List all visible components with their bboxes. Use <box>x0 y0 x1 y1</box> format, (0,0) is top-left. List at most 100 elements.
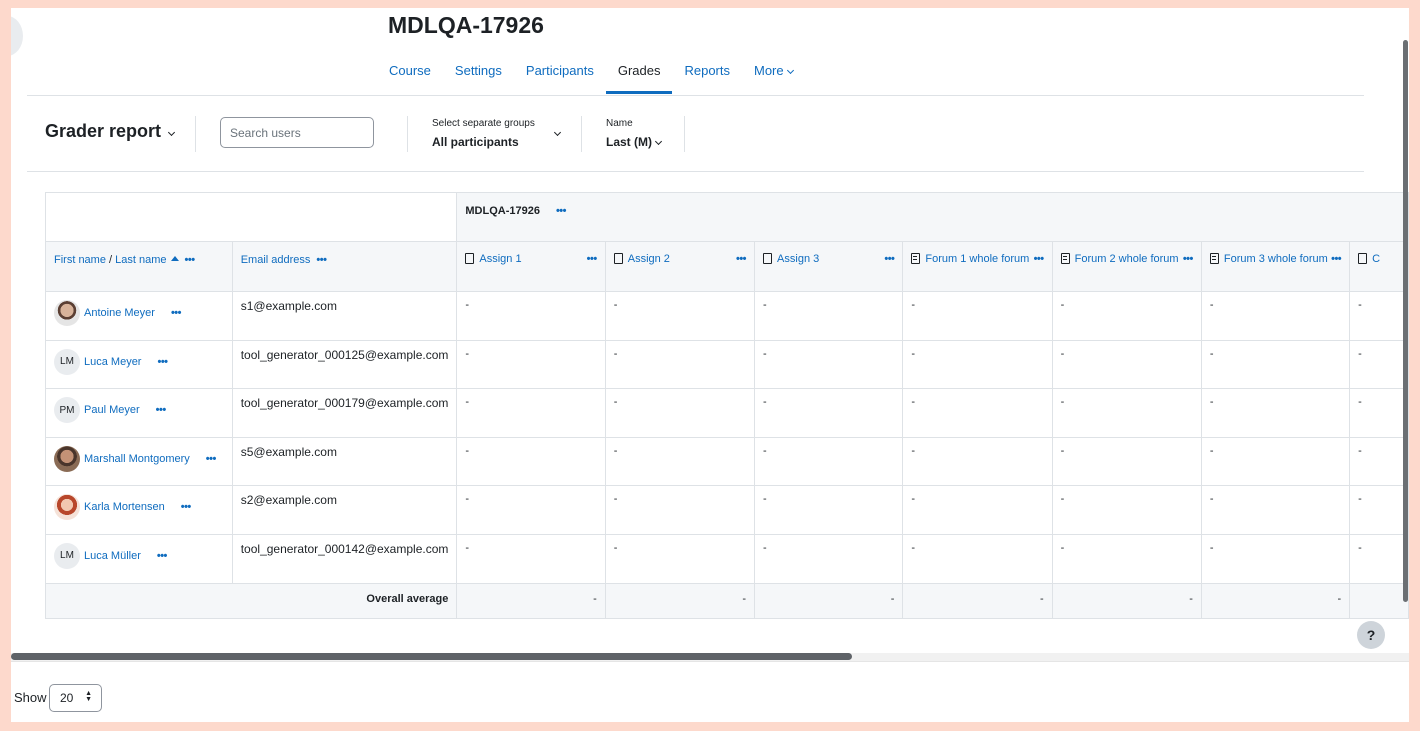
grade-item-link[interactable]: Forum 1 whole forum <box>925 251 1029 267</box>
sort-first-name-link[interactable]: First name <box>54 254 106 266</box>
grade-cell[interactable]: - <box>754 533 904 584</box>
user-name-link[interactable]: Karla Mortensen <box>84 501 165 513</box>
column-header-row: First name / Last name ••• Email address ••… <box>45 241 1409 292</box>
grade-item-link[interactable]: Forum 2 whole forum <box>1075 251 1179 267</box>
tab-participants[interactable]: Participants <box>526 63 594 94</box>
grade-cell[interactable]: - <box>1349 291 1409 341</box>
grade-cell[interactable]: - <box>604 291 756 341</box>
grade-cell[interactable]: - <box>1349 436 1409 487</box>
grade-cell[interactable]: - <box>902 485 1053 535</box>
grade-item-link[interactable]: Assign 1 <box>479 251 521 267</box>
grade-cell[interactable]: - <box>604 533 756 584</box>
help-button[interactable]: ? <box>1357 621 1385 649</box>
user-name-link[interactable]: Paul Meyer <box>84 404 140 416</box>
page-frame: MDLQA-17926 Course Settings Participants Gr… <box>11 8 1409 722</box>
item-actions-icon[interactable]: ••• <box>1034 253 1045 265</box>
grade-cell[interactable]: - <box>604 485 756 535</box>
tab-label: Participants <box>525 63 594 78</box>
grade-cell[interactable]: - <box>902 436 1053 487</box>
user-actions-icon[interactable]: ••• <box>157 356 168 368</box>
grade-cell[interactable]: - <box>1349 533 1409 584</box>
grade-cell[interactable]: - <box>456 533 606 584</box>
item-actions-icon[interactable]: ••• <box>1331 253 1342 265</box>
user-name-link[interactable]: Marshall Montgomery <box>84 453 190 465</box>
item-actions-icon[interactable]: ••• <box>587 253 598 265</box>
category-actions-icon[interactable]: ••• <box>556 205 567 217</box>
column-actions-icon[interactable]: ••• <box>185 254 196 266</box>
divider <box>581 116 582 152</box>
grade-cell[interactable]: - <box>754 291 904 341</box>
user-actions-icon[interactable]: ••• <box>156 404 167 416</box>
grade-cell[interactable]: - <box>1200 388 1351 438</box>
user-name-link[interactable]: Antoine Meyer <box>84 307 155 319</box>
user-avatar[interactable] <box>11 16 23 56</box>
grade-cell[interactable]: - <box>1051 485 1202 535</box>
sort-email-link[interactable]: Email address <box>241 254 311 266</box>
avatar[interactable] <box>54 300 80 326</box>
grade-cell[interactable]: - <box>456 291 606 341</box>
grade-cell[interactable]: - <box>1349 339 1409 390</box>
grade-cell[interactable]: - <box>754 339 904 390</box>
tab-grades[interactable]: Grades <box>605 63 673 94</box>
user-actions-icon[interactable]: ••• <box>181 501 192 513</box>
grade-cell[interactable]: - <box>1200 485 1351 535</box>
tab-settings[interactable]: Settings <box>455 63 502 94</box>
grade-cell[interactable]: - <box>456 339 606 390</box>
user-actions-icon[interactable]: ••• <box>157 550 168 562</box>
avatar[interactable]: LM <box>54 348 80 375</box>
tab-more[interactable]: More <box>754 63 794 94</box>
grade-cell[interactable]: - <box>902 388 1053 438</box>
avatar[interactable] <box>54 445 80 472</box>
grade-cell[interactable]: - <box>754 388 904 438</box>
grade-cell[interactable]: - <box>604 436 756 487</box>
grade-cell[interactable]: - <box>1051 436 1202 487</box>
user-actions-icon[interactable]: ••• <box>206 453 217 465</box>
grade-item-link[interactable]: Assign 2 <box>628 251 670 267</box>
grade-cell[interactable]: - <box>456 388 606 438</box>
email-cell: tool_generator_000179@example.com <box>231 388 458 438</box>
item-actions-icon[interactable]: ••• <box>884 253 895 265</box>
grade-cell[interactable]: - <box>1051 291 1202 341</box>
user-name-link[interactable]: Luca Müller <box>84 550 141 562</box>
report-selector[interactable]: Grader report <box>45 121 176 142</box>
sort-last-name-link[interactable]: Last name <box>115 254 166 266</box>
grade-cell[interactable]: - <box>604 388 756 438</box>
grade-cell[interactable]: - <box>456 436 606 487</box>
grade-cell[interactable]: - <box>1349 485 1409 535</box>
grade-cell[interactable]: - <box>1349 388 1409 438</box>
tab-course[interactable]: Course <box>389 63 431 94</box>
grade-cell[interactable]: - <box>604 339 756 390</box>
grade-cell[interactable]: - <box>754 436 904 487</box>
grade-cell[interactable]: - <box>1200 339 1351 390</box>
grade-cell[interactable]: - <box>1051 533 1202 584</box>
avatar[interactable]: PM <box>54 397 80 424</box>
horizontal-scrollbar-thumb[interactable] <box>11 653 852 660</box>
per-page-select[interactable]: 20 ▲ ▼ <box>49 684 102 712</box>
grade-cell[interactable]: - <box>902 339 1053 390</box>
user-actions-icon[interactable]: ••• <box>171 307 182 319</box>
item-actions-icon[interactable]: ••• <box>1183 253 1194 265</box>
user-name-link[interactable]: Luca Meyer <box>84 356 141 368</box>
groups-selector[interactable]: Select separate groups All participants <box>432 118 535 151</box>
name-initials-selector[interactable]: Name Last (M) <box>606 118 663 151</box>
grade-cell[interactable]: - <box>1200 291 1351 341</box>
vertical-scrollbar-thumb[interactable] <box>1403 40 1408 602</box>
grade-cell[interactable]: - <box>754 485 904 535</box>
grade-cell[interactable]: - <box>1051 388 1202 438</box>
grade-item-link[interactable]: Forum 3 whole forum <box>1224 251 1328 267</box>
grade-cell[interactable]: - <box>902 533 1053 584</box>
item-actions-icon[interactable]: ••• <box>736 253 747 265</box>
avatar[interactable] <box>54 494 80 521</box>
grade-cell[interactable]: - <box>456 485 606 535</box>
grade-cell[interactable]: - <box>902 291 1053 341</box>
grade-item-link[interactable]: Assign 3 <box>777 251 819 267</box>
grade-cell[interactable]: - <box>1051 339 1202 390</box>
avatar[interactable]: LM <box>54 542 80 569</box>
grade-cell[interactable]: - <box>1200 533 1351 584</box>
tab-reports[interactable]: Reports <box>684 63 730 94</box>
show-label: Show <box>14 690 47 705</box>
column-actions-icon[interactable]: ••• <box>316 254 327 266</box>
grade-cell[interactable]: - <box>1200 436 1351 487</box>
grade-item-link[interactable]: C <box>1372 251 1380 267</box>
search-users-input[interactable] <box>220 117 374 148</box>
